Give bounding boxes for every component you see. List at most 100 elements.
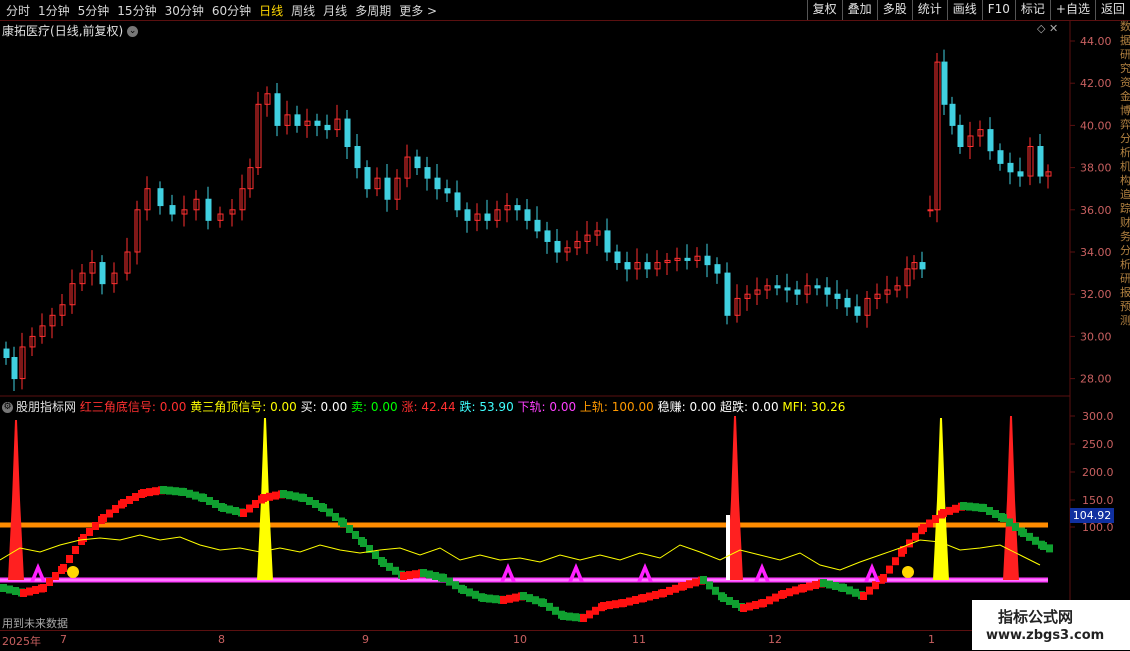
wave-step [226,505,233,514]
wave-step [192,491,199,500]
wave-step [980,504,987,512]
wave-step [666,586,673,595]
watermark-url: www.zbgs3.com [986,628,1105,643]
wave-step [60,564,67,572]
wave-step [712,586,719,595]
candle-body [624,262,631,270]
candle-body [464,209,471,221]
indicator-field-0: 红三角底信号: 0.00 [79,400,187,414]
wave-step [52,572,59,580]
candle-body [544,230,551,242]
wave-step [266,492,273,501]
wave-step [886,565,893,574]
wave-step [272,491,279,500]
wave-step [120,499,127,507]
wave-step [260,494,267,502]
wave-step [380,559,387,567]
indicator-field-4: 涨: 42.44 [397,400,456,414]
indicator-field-5: 跌: 53.90 [455,400,514,414]
date-axis: 2025年 7 8 9 10 11 12 1 [0,630,1070,651]
side-tab-char: 追 [1120,188,1130,201]
price-tick-label: 30.00 [1080,330,1112,343]
wave-step [680,582,687,590]
indicator-field-8: 稳赚: 0.00 [653,400,717,414]
wave-step [1020,529,1027,537]
wave-step [572,613,579,622]
wave-step [520,592,527,600]
wave-step [1006,518,1013,527]
wave-step [626,597,633,606]
wave-step [566,612,573,621]
wave-step [432,572,439,580]
wave-step [406,571,413,580]
ind-tick-label: 150.0 [1082,494,1114,507]
wave-step [280,490,287,498]
wave-step [426,570,433,579]
wave-step [440,574,447,582]
wave-step [452,581,459,590]
wave-step [606,601,613,610]
candle-body [484,213,491,221]
wave-step [446,577,453,586]
wave-step [632,596,639,604]
wave-step [726,597,733,605]
wave-step [812,581,819,589]
candle-body [314,120,321,126]
wave-step [20,589,27,597]
side-tab-char: 预 [1120,300,1130,313]
wave-step [80,534,87,542]
price-tick-label: 42.00 [1080,77,1112,90]
wave-step [732,600,739,608]
wave-step [612,600,619,609]
date-month-12: 12 [768,633,782,646]
wave-step [0,584,7,592]
side-tab-char: 踪 [1120,202,1130,215]
candle-body [554,240,561,253]
date-year: 2025年 [2,635,41,648]
candle-body [344,118,351,147]
wave-step [780,590,787,598]
candle-body [454,192,461,211]
candle-body [927,209,934,212]
wave-step [506,594,513,603]
smiley-icon [902,566,914,578]
indicator-field-7: 上轨: 100.00 [576,400,654,414]
indicator-header: ⚙ 股朋指标网 红三角底信号: 0.00 黄三角顶信号: 0.00 买: 0.00… [2,398,845,415]
wave-step [892,557,899,566]
wave-step [846,586,853,595]
signal-spike [933,418,949,580]
candle-body [414,156,421,169]
wave-step [200,494,207,502]
wave-step [286,491,293,500]
wave-step [420,569,427,577]
wave-step [852,588,859,597]
indicator-name[interactable]: 股朋指标网 [16,400,76,414]
wave-step [752,601,759,609]
candle-body [524,209,531,221]
candle-body [354,146,361,169]
wave-step [986,507,993,515]
candle-body [157,188,164,207]
wave-step [746,602,753,611]
side-tabs[interactable]: 数据研究资金博弈分析机构追踪财务分析研报预测 [1120,20,1130,590]
wave-step [820,579,827,587]
wave-step [920,524,927,532]
candle-body [644,262,651,270]
wave-step [206,497,213,505]
candle-body [99,262,106,285]
wave-step [912,532,919,541]
settings-icon[interactable]: ⚙ [2,402,13,413]
wave-step [806,582,813,591]
watermark-logo: 指标公式网 www.zbgs3.com [972,600,1130,650]
side-tab-char: 研 [1120,272,1130,285]
candle-body [274,93,281,126]
wave-step [586,610,593,619]
candle-body [294,114,301,126]
wave-step [740,604,747,612]
indicator-field-3: 卖: 0.00 [347,400,398,414]
wave-step [106,509,113,518]
wave-step [412,570,419,579]
wave-step [792,586,799,595]
candle-body [11,357,18,380]
wave-step [966,502,973,511]
